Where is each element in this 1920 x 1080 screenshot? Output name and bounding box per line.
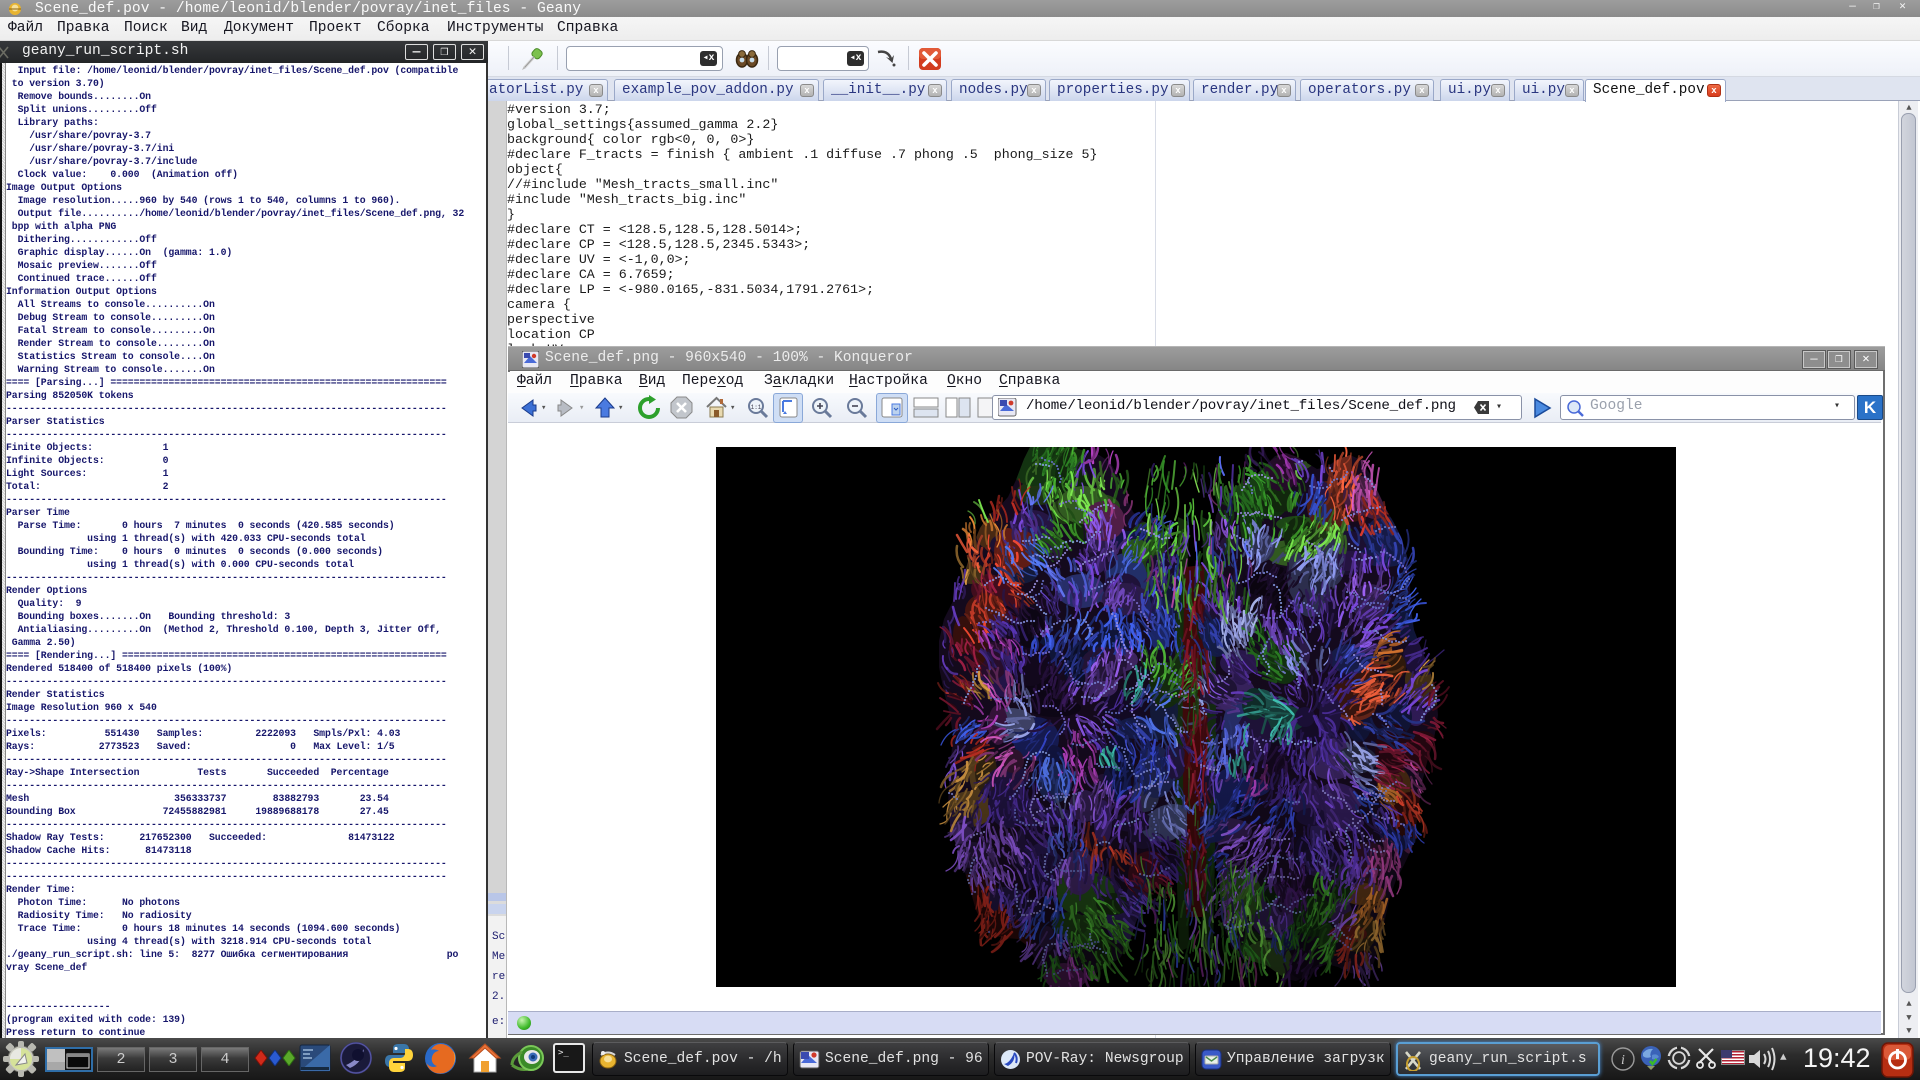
svg-text:1:1: 1:1	[751, 404, 762, 411]
svg-text:>_: >_	[558, 1048, 569, 1058]
svg-text:i: i	[1621, 1053, 1625, 1068]
